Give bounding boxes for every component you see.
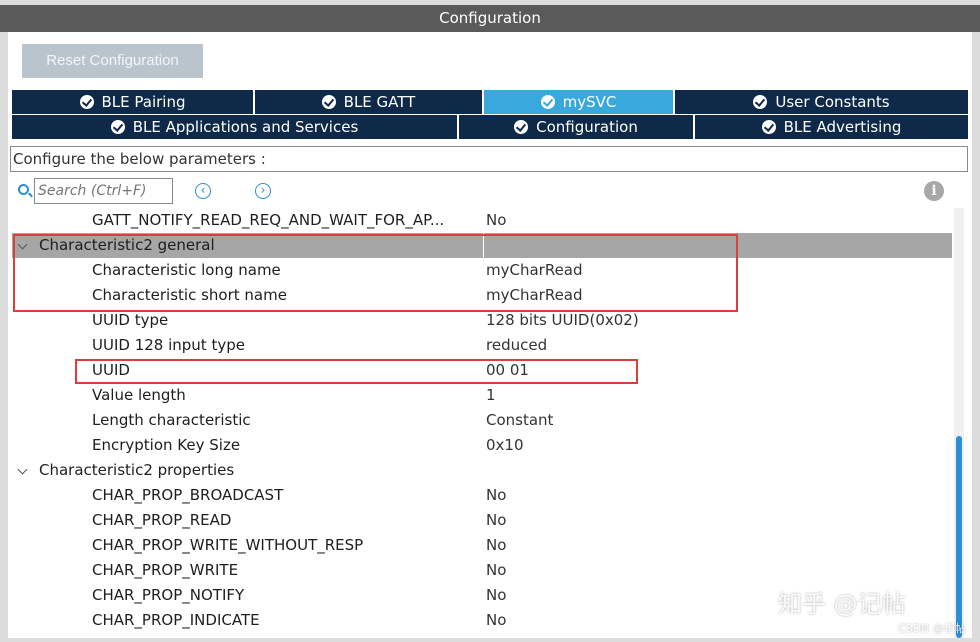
tab-ble-gatt[interactable]: BLE GATT — [255, 90, 484, 114]
chevron-left-circle-icon[interactable]: ‹ — [195, 183, 211, 199]
tab-ble-advertising[interactable]: BLE Advertising — [695, 115, 968, 139]
tab-label: mySVC — [562, 93, 617, 111]
tab-mysvc[interactable]: mySVC — [484, 90, 675, 114]
chevron-right-circle-icon[interactable]: › — [255, 183, 271, 199]
group-row-characteristic2-properties[interactable]: Characteristic2 properties — [12, 458, 952, 483]
tab-label: User Constants — [775, 93, 890, 111]
param-name: UUID — [92, 361, 130, 379]
column-divider — [483, 233, 484, 258]
chevron-down-icon[interactable] — [17, 239, 28, 250]
param-name: UUID type — [92, 311, 169, 329]
param-value[interactable]: myCharRead — [486, 283, 583, 308]
search-input[interactable] — [34, 178, 173, 204]
param-value[interactable]: 0x10 — [486, 433, 524, 458]
tab-label: BLE GATT — [343, 93, 416, 111]
param-row[interactable]: UUID type 128 bits UUID(0x02) — [12, 308, 952, 333]
tab-label: BLE Applications and Services — [132, 118, 359, 136]
scrollbar-thumb[interactable] — [956, 436, 962, 638]
check-circle-icon — [540, 95, 555, 109]
tab-label: BLE Pairing — [101, 93, 186, 111]
check-circle-icon — [110, 120, 125, 134]
param-row[interactable]: CHAR_PROP_WRITE_WITHOUT_RESP No — [12, 533, 952, 558]
param-name: Length characteristic — [92, 411, 251, 429]
param-row[interactable]: Characteristic short name myCharRead — [12, 283, 952, 308]
param-value[interactable]: No — [486, 558, 506, 583]
param-row[interactable]: CHAR_PROP_WRITE No — [12, 558, 952, 583]
check-circle-icon — [753, 95, 768, 109]
parameter-tree: GATT_NOTIFY_READ_REQ_AND_WAIT_FOR_AP... … — [12, 208, 952, 638]
check-circle-icon — [761, 120, 776, 134]
watermark-subtext: CSDN @记帖 — [898, 622, 966, 635]
tab-bar-row2: BLE Applications and Services Configurat… — [12, 115, 968, 139]
window-frame: Configuration Reset Configuration BLE Pa… — [0, 0, 980, 642]
param-value[interactable]: 00 01 — [486, 358, 529, 383]
param-value[interactable]: myCharRead — [486, 258, 583, 283]
param-name: CHAR_PROP_WRITE — [92, 561, 239, 579]
param-value[interactable]: No — [486, 208, 506, 233]
param-row[interactable]: CHAR_PROP_READ No — [12, 508, 952, 533]
param-value[interactable]: No — [486, 608, 506, 633]
param-value[interactable]: 128 bits UUID(0x02) — [486, 308, 639, 333]
param-row[interactable]: GATT_NOTIFY_READ_REQ_AND_WAIT_FOR_AP... … — [12, 208, 952, 233]
group-name: Characteristic2 properties — [39, 461, 235, 479]
group-name: Characteristic2 general — [39, 236, 215, 254]
param-value[interactable]: No — [486, 583, 506, 608]
tab-user-constants[interactable]: User Constants — [675, 90, 968, 114]
chevron-down-icon[interactable] — [17, 464, 28, 475]
vertical-scrollbar[interactable] — [954, 208, 964, 638]
param-name: CHAR_PROP_READ — [92, 511, 232, 529]
param-name: Characteristic short name — [92, 286, 287, 304]
param-name: GATT_NOTIFY_READ_REQ_AND_WAIT_FOR_AP... — [92, 211, 445, 229]
param-name: Characteristic long name — [92, 261, 281, 279]
param-name: CHAR_PROP_BROADCAST — [92, 486, 284, 504]
param-value[interactable]: No — [486, 483, 506, 508]
info-icon[interactable]: i — [924, 181, 944, 201]
param-row[interactable]: Characteristic long name myCharRead — [12, 258, 952, 283]
check-circle-icon — [514, 120, 529, 134]
param-name: CHAR_PROP_NOTIFY — [92, 586, 245, 604]
tab-ble-pairing[interactable]: BLE Pairing — [12, 90, 255, 114]
config-panel: Reset Configuration BLE Pairing BLE GATT… — [8, 32, 972, 638]
search-bar: ‹ › i — [8, 176, 972, 206]
reset-configuration-button[interactable]: Reset Configuration — [22, 44, 203, 78]
tab-bar-row1: BLE Pairing BLE GATT mySVC User Constant… — [12, 90, 968, 114]
check-circle-icon — [79, 95, 94, 109]
param-name: Encryption Key Size — [92, 436, 241, 454]
param-row[interactable]: Encryption Key Size 0x10 — [12, 433, 952, 458]
tab-label: Configuration — [536, 118, 638, 136]
window-title: Configuration — [0, 5, 980, 32]
param-row[interactable]: Value length 1 — [12, 383, 952, 408]
group-row-characteristic2-general[interactable]: Characteristic2 general — [12, 233, 952, 258]
tab-ble-applications-and-services[interactable]: BLE Applications and Services — [12, 115, 459, 139]
param-row[interactable]: UUID 00 01 — [12, 358, 952, 383]
param-value[interactable]: No — [486, 533, 506, 558]
watermark-text: 知乎 @记帖 — [778, 590, 906, 618]
param-name: CHAR_PROP_WRITE_WITHOUT_RESP — [92, 536, 364, 554]
param-value[interactable]: 1 — [486, 383, 496, 408]
param-row[interactable]: Length characteristic Constant — [12, 408, 952, 433]
param-value[interactable]: Constant — [486, 408, 553, 433]
param-name: Value length — [92, 386, 186, 404]
tab-configuration[interactable]: Configuration — [459, 115, 695, 139]
check-circle-icon — [321, 95, 336, 109]
param-name: UUID 128 input type — [92, 336, 245, 354]
parameters-description: Configure the below parameters : — [10, 146, 968, 172]
param-row[interactable]: UUID 128 input type reduced — [12, 333, 952, 358]
param-row[interactable]: CHAR_PROP_BROADCAST No — [12, 483, 952, 508]
tab-label: BLE Advertising — [783, 118, 902, 136]
param-value[interactable]: reduced — [486, 333, 547, 358]
param-value[interactable]: No — [486, 508, 506, 533]
param-name: CHAR_PROP_INDICATE — [92, 611, 260, 629]
search-icon[interactable] — [18, 184, 29, 195]
